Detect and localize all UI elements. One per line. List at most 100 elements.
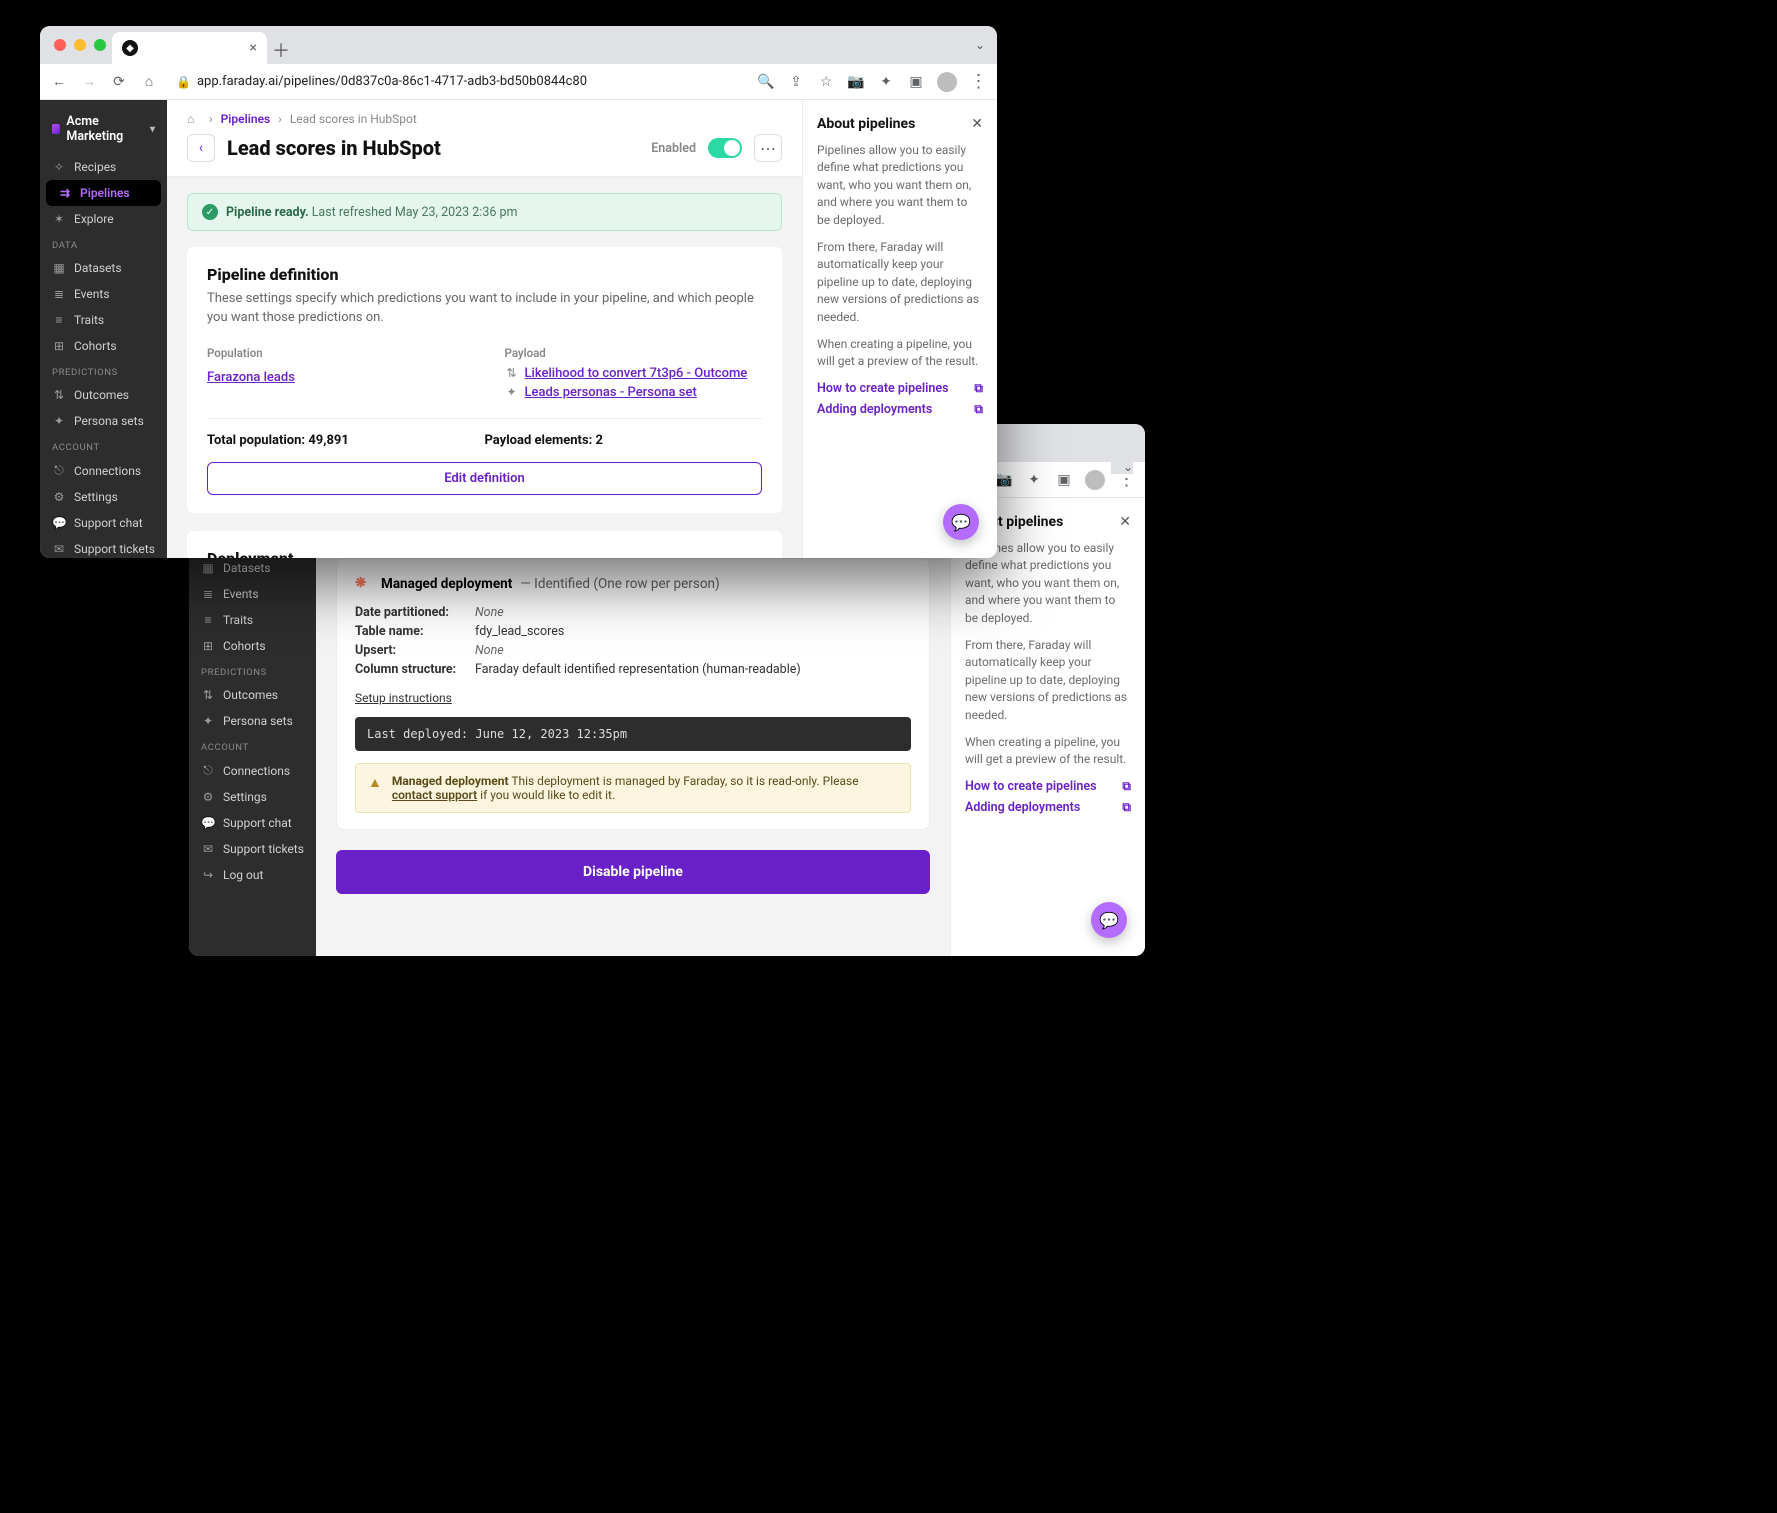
sidebar-item-label: Outcomes [74,388,129,402]
sidebar-item-events[interactable]: ≣Events [40,281,167,307]
profile-avatar-icon[interactable] [1085,470,1105,490]
sidebar-item-support-chat[interactable]: 💬Support chat [40,510,167,536]
external-link-icon: ⧉ [974,381,983,396]
enabled-toggle[interactable] [708,138,742,158]
sidebar-item-traits[interactable]: ≡Traits [40,307,167,333]
sidebar-item-recipes[interactable]: ✧Recipes [40,154,167,180]
sidebar-item-logout[interactable]: ↪Log out [189,862,316,888]
sidebar-item-datasets[interactable]: ▦Datasets [40,255,167,281]
pipeline-definition-card: Pipeline definition These settings speci… [187,247,782,513]
omnibox[interactable]: 🔒 app.faraday.ai/pipelines/0d837c0a-86c1… [170,74,745,89]
sidebar-item-label: Datasets [74,261,122,275]
gear-icon: ⚙ [201,790,215,804]
help-link-label: Adding deployments [817,402,932,417]
chevron-down-icon[interactable]: ⌄ [1111,436,1133,474]
help-link[interactable]: Adding deployments⧉ [817,402,983,417]
sidebar-item-cohorts[interactable]: ⊞Cohorts [40,333,167,359]
close-tab-icon[interactable]: × [250,40,257,56]
sidebar-item-label: Support chat [223,816,292,830]
camera-icon[interactable]: 📷 [995,472,1013,488]
help-link[interactable]: How to create pipelines⧉ [817,381,983,396]
star-icon[interactable]: ☆ [817,74,835,90]
sidebar-item-label: Traits [223,613,253,627]
reload-icon[interactable]: ⟳ [110,74,128,90]
workspace-switcher[interactable]: Acme Marketing ▾ [40,108,167,154]
sidebar-item-settings[interactable]: ⚙Settings [189,784,316,810]
sidebar: ✶Explore DATA ▦Datasets ≣Events ≡Traits … [189,498,316,956]
help-link[interactable]: How to create pipelines⧉ [965,779,1131,794]
disable-pipeline-button[interactable]: Disable pipeline [336,850,930,894]
kebab-icon[interactable]: ⋮ [969,71,987,92]
help-text: From there, Faraday will automatically k… [817,239,983,326]
puzzle-icon[interactable]: ✦ [1025,472,1043,488]
share-icon[interactable]: ⇪ [787,74,805,90]
window-minimize-icon[interactable] [74,39,86,51]
chat-icon: 💬 [52,516,66,530]
help-title: About pipelines [817,116,915,132]
puzzle-icon[interactable]: ✦ [877,74,895,90]
help-text: When creating a pipeline, you will get a… [817,336,983,371]
sidebar-item-support-tickets[interactable]: ✉Support tickets [189,836,316,862]
card-subtitle: These settings specify which predictions… [207,290,762,328]
sidebar-item-label: Pipelines [80,186,130,200]
chat-fab[interactable]: 💬 [1091,902,1127,938]
ticket-icon: ✉ [201,842,215,856]
sidebar-item-support-tickets[interactable]: ✉Support tickets [40,536,167,558]
browser-tab[interactable]: ◆ × [112,32,267,64]
setup-instructions-link[interactable]: Setup instructions [355,691,452,705]
help-text: Pipelines allow you to easily define wha… [817,142,983,229]
sidebar-item-explore[interactable]: ✶Explore [40,206,167,232]
sidebar-item-datasets[interactable]: ▦Datasets [189,555,316,581]
sidebar-section: ACCOUNT [40,434,167,457]
sidebar-item-support-chat[interactable]: 💬 Support chat [189,810,316,836]
persona-icon: ✦ [201,714,215,728]
close-icon[interactable]: ✕ [971,116,983,132]
datasets-icon: ▦ [201,561,215,575]
back-icon[interactable]: ← [50,73,68,90]
window-zoom-icon[interactable] [94,39,106,51]
sidebar-item-connections[interactable]: ⎋Connections [189,757,316,784]
chat-fab[interactable]: 💬 [943,504,979,540]
close-icon[interactable]: ✕ [1119,514,1131,530]
back-button[interactable]: ‹ [187,134,215,162]
home-icon[interactable]: ⌂ [140,73,158,90]
sidebar-item-persona[interactable]: ✦Persona sets [189,708,316,734]
sidebar-item-outcomes[interactable]: ⇅Outcomes [40,382,167,408]
sidebar-item-events[interactable]: ≣Events [189,581,316,607]
window-close-icon[interactable] [54,39,66,51]
kv-key: Upsert: [355,643,475,658]
help-link[interactable]: Adding deployments⧉ [965,800,1131,815]
camera-icon[interactable]: 📷 [847,74,865,90]
sidebar-item-connections[interactable]: ⎋Connections [40,457,167,484]
profile-avatar-icon[interactable] [937,72,957,92]
sidebar-item-outcomes[interactable]: ⇅Outcomes [189,682,316,708]
sidebar-item-label: Connections [223,764,290,778]
ticket-icon: ✉ [52,542,66,556]
contact-support-link[interactable]: contact support [392,788,477,802]
sidebar-item-label: Cohorts [74,339,117,353]
breadcrumb-current: Lead scores in HubSpot [290,112,417,126]
home-icon[interactable]: ⌂ [187,112,201,126]
edit-definition-button[interactable]: Edit definition [207,462,762,495]
sidebar-item-label: Persona sets [74,414,144,428]
persona-icon: ✦ [505,385,519,399]
panel-icon[interactable]: ▣ [907,74,925,90]
sidebar-item-label: Explore [74,212,114,226]
chevron-down-icon[interactable]: ⌄ [975,38,985,52]
sidebar-item-traits[interactable]: ≡Traits [189,607,316,633]
zoom-icon[interactable]: 🔍 [757,74,775,90]
payload-link[interactable]: Leads personas - Persona set [525,385,697,400]
payload-link[interactable]: Likelihood to convert 7t3p6 - Outcome [525,366,748,381]
sidebar-item-persona[interactable]: ✦Persona sets [40,408,167,434]
breadcrumb-root[interactable]: Pipelines [221,112,271,126]
population-link[interactable]: Farazona leads [207,370,295,385]
help-panel: About pipelines✕ Pipelines allow you to … [950,498,1145,956]
panel-icon[interactable]: ▣ [1055,472,1073,488]
more-actions-button[interactable]: ⋯ [754,134,782,162]
sidebar-item-pipelines[interactable]: ⇉Pipelines [46,180,161,206]
stat-label: Payload elements: [485,433,593,448]
sidebar-item-cohorts[interactable]: ⊞Cohorts [189,633,316,659]
sidebar-item-settings[interactable]: ⚙Settings [40,484,167,510]
new-tab-button[interactable]: ＋ [267,36,295,64]
chat-icon: 💬 [201,816,215,830]
